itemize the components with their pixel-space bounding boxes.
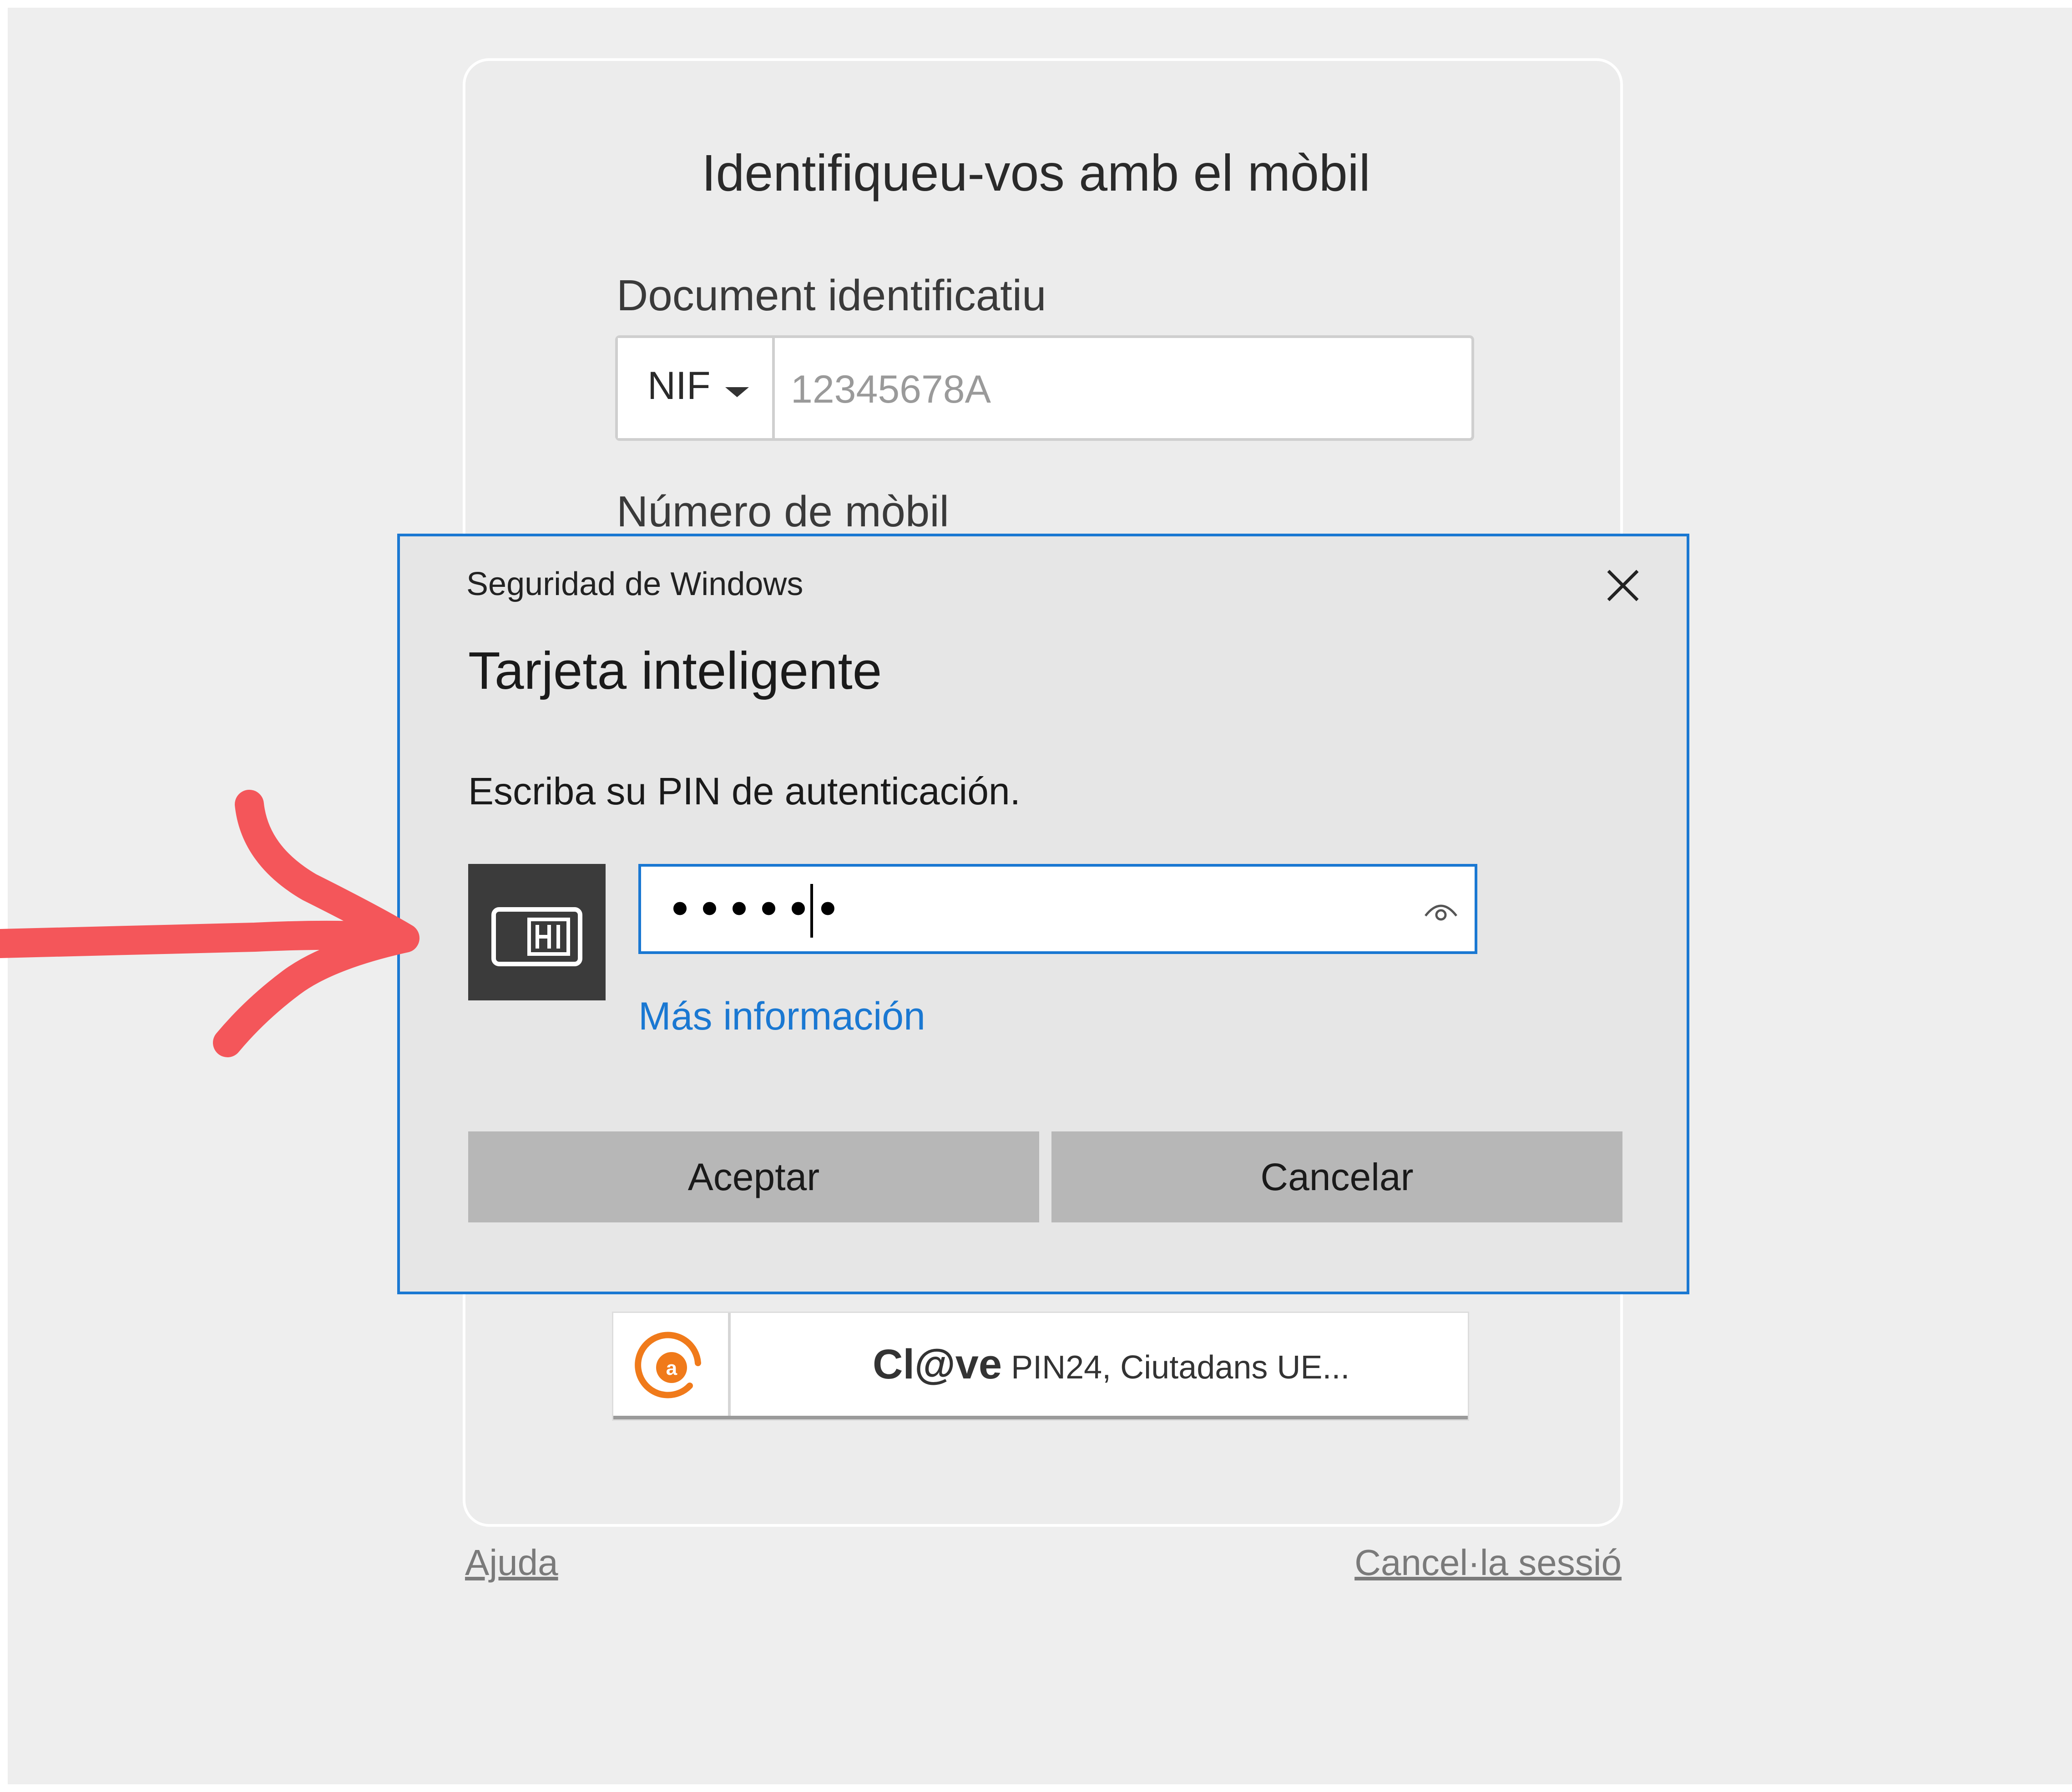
clave-logo-cell: a [613, 1313, 731, 1416]
clave-brand: Cl@ve [873, 1341, 1002, 1388]
clave-logo-icon: a [635, 1332, 701, 1398]
windows-security-dialog: Seguridad de Windows Tarjeta inteligente… [397, 534, 1689, 1294]
pin-input-value: •••••• [667, 883, 844, 936]
pin-input[interactable]: •••••• [638, 864, 1477, 954]
document-number-input[interactable]: 12345678A [791, 364, 991, 414]
svg-text:a: a [666, 1357, 677, 1379]
more-info-link[interactable]: Más información [638, 991, 925, 1041]
dialog-prompt: Escriba su PIN de autenticación. [468, 770, 1021, 813]
clave-description: PIN24, Ciutadans UE... [1011, 1349, 1350, 1386]
document-type-value: NIF [647, 364, 711, 408]
clave-button-label: Cl@ve PIN24, Ciutadans UE... [873, 1339, 1349, 1393]
caret-down-icon [725, 387, 749, 397]
smart-card-icon-box [468, 864, 606, 1000]
dialog-heading: Tarjeta inteligente [468, 641, 882, 700]
document-field-group: NIF 12345678A [615, 335, 1474, 441]
clave-login-button[interactable]: a Cl@ve PIN24, Ciutadans UE... [613, 1313, 1468, 1419]
page-title: Identifiqueu-vos amb el mòbil [702, 144, 1370, 202]
cancel-button[interactable]: Cancelar [1051, 1131, 1622, 1222]
close-icon[interactable] [1606, 568, 1640, 603]
document-label: Document identificatiu [617, 271, 1046, 320]
logout-link[interactable]: Cancel·la sessió [1354, 1540, 1622, 1585]
accept-button[interactable]: Aceptar [468, 1131, 1039, 1222]
text-cursor [810, 884, 813, 938]
dialog-window-title: Seguridad de Windows [466, 566, 804, 602]
eye-icon[interactable] [1423, 898, 1459, 925]
arrow-annotation-icon [0, 790, 419, 1057]
help-link[interactable]: Ajuda [465, 1540, 558, 1585]
smart-card-icon [491, 907, 582, 966]
mobile-number-label: Número de mòbil [617, 487, 949, 536]
document-type-select[interactable]: NIF [618, 338, 775, 438]
